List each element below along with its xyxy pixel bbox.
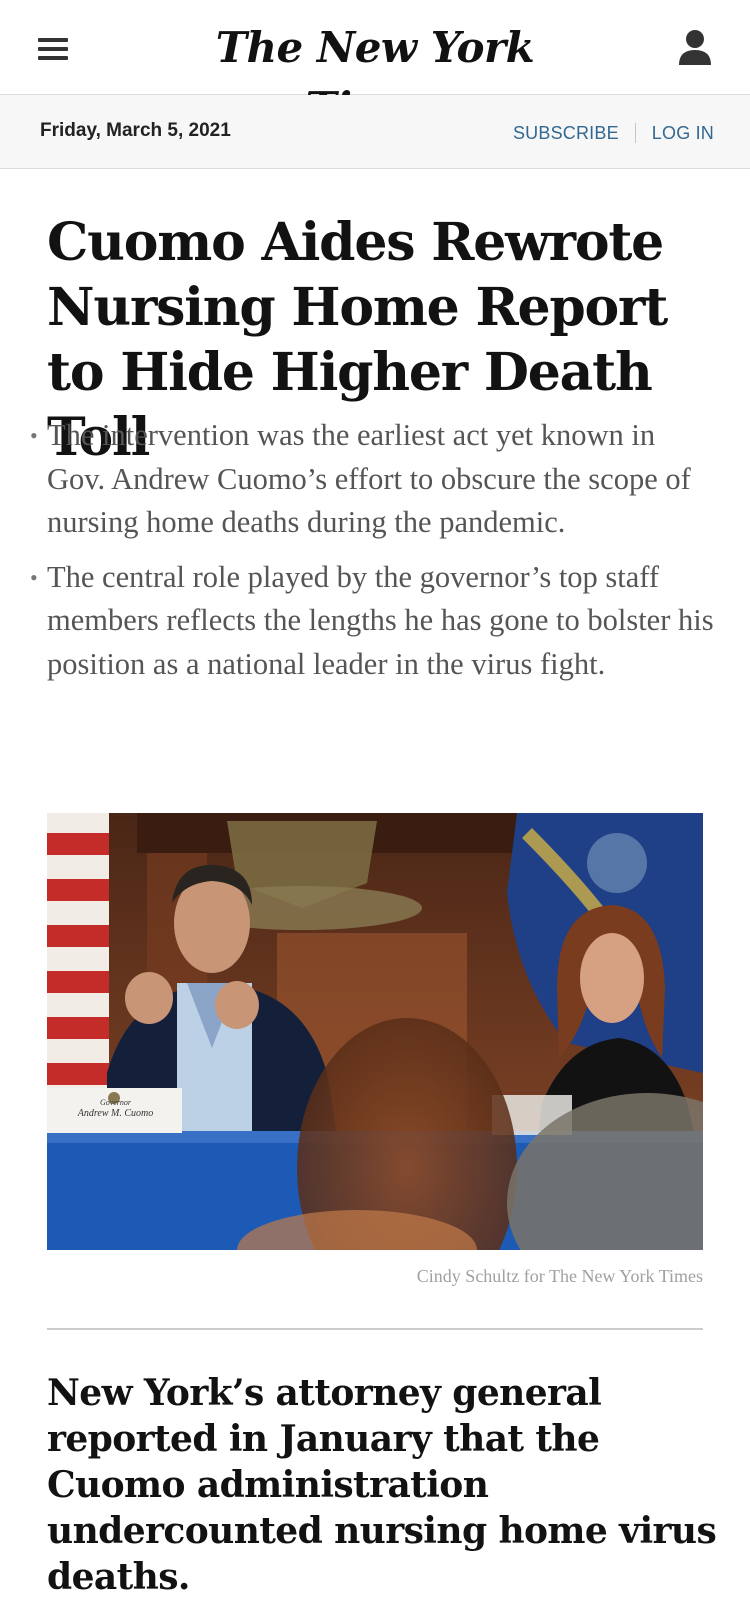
nameplate-title: Governor <box>99 1098 132 1107</box>
masthead: The New York Times <box>0 0 750 132</box>
article-subhead: New York’s attorney general reported in … <box>47 1372 717 1598</box>
hamburger-menu-icon[interactable] <box>38 36 70 62</box>
photo-credit: Cindy Schultz for The New York Times <box>416 1266 703 1286</box>
summary-text: The intervention was the earliest act ye… <box>47 418 691 539</box>
summary-item: • The central role played by the governo… <box>30 556 720 687</box>
bullet-icon: • <box>30 423 38 448</box>
current-date: Friday, March 5, 2021 <box>40 120 231 141</box>
person-icon[interactable] <box>676 28 714 68</box>
nyt-logo[interactable]: The New York Times <box>160 18 590 132</box>
section-divider <box>47 1328 703 1330</box>
auth-links: SUBSCRIBE LOG IN <box>513 121 714 145</box>
auth-divider <box>634 123 636 143</box>
article-summary: • The intervention was the earliest act … <box>30 414 720 697</box>
login-link[interactable]: LOG IN <box>652 122 714 144</box>
lead-photo[interactable]: Governor Andrew M. Cuomo <box>47 813 703 1250</box>
subscribe-link[interactable]: SUBSCRIBE <box>513 122 619 144</box>
nameplate-name: Andrew M. Cuomo <box>77 1108 154 1119</box>
date-bar: Friday, March 5, 2021 SUBSCRIBE LOG IN <box>0 95 750 169</box>
bullet-icon: • <box>30 564 38 590</box>
summary-text: The central role played by the governor’… <box>47 559 714 681</box>
lead-photo-illustration <box>47 813 703 1250</box>
summary-item: • The intervention was the earliest act … <box>30 414 720 545</box>
